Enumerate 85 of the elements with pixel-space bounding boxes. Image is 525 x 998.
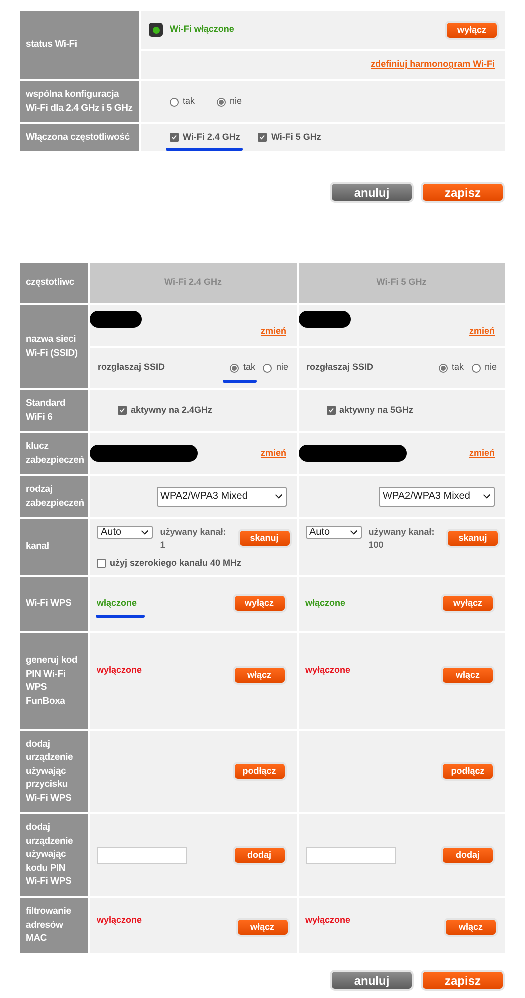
status-text: Wi-Fi włączone (170, 23, 234, 36)
radio-label: nie (484, 361, 497, 374)
checkbox[interactable] (326, 406, 336, 415)
row-label: dodaj urządzenie używając przycisku Wi-Fi WPS (20, 731, 88, 812)
annotation-underline (96, 615, 145, 618)
dropdown-field[interactable]: Auto (306, 526, 362, 539)
action-button[interactable]: wyłącz (443, 596, 493, 611)
checkbox-label: aktywny na 2.4GHz (131, 404, 213, 417)
checkbox[interactable] (118, 406, 127, 415)
cancel-button[interactable]: anuluj (332, 184, 412, 201)
change-link[interactable]: zmień (469, 446, 495, 460)
action-button[interactable]: wyłącz (234, 596, 284, 611)
radio-button[interactable] (170, 98, 179, 106)
pin-input[interactable] (97, 846, 187, 864)
broadcast-label: rozgłaszaj SSID (306, 361, 374, 374)
redaction-mark (90, 311, 142, 328)
save-button[interactable]: zapisz (423, 184, 503, 201)
radio-button[interactable] (263, 364, 272, 372)
status-text: wyłączone (306, 914, 351, 927)
radio-button[interactable] (472, 364, 481, 372)
change-link[interactable]: zmień (260, 325, 286, 338)
row-label: Wi-Fi WPS (20, 577, 88, 631)
broadcast-label: rozgłaszaj SSID (98, 361, 166, 374)
chevron-down-icon (483, 494, 491, 499)
radio-button[interactable] (230, 364, 240, 372)
annotation-underline (223, 380, 257, 383)
schedule-link[interactable]: zdefiniuj harmonogram Wi-Fi (371, 58, 495, 72)
row-label: wspólna konfiguracja Wi-Fi dla 2.4 GHz i 5 GHz (20, 81, 139, 122)
redaction-mark (298, 311, 350, 328)
status-text: wyłączone (97, 664, 142, 677)
status-text: wyłączone (97, 914, 142, 927)
row-label: częstotliwc (20, 263, 88, 303)
action-button[interactable]: skanuj (240, 531, 290, 546)
row-label: generuj kod PIN Wi-Fi WPS FunBoxa (20, 633, 88, 729)
cancel-button[interactable]: anuluj (332, 972, 412, 989)
action-button[interactable]: włącz (443, 668, 493, 683)
row-label: Włączona częstotliwość (20, 124, 139, 151)
dropdown-field[interactable]: WPA2/WPA3 Mixed (156, 486, 286, 506)
row-label: dodaj urządzenie używając kodu PIN Wi-Fi WPS (20, 814, 88, 896)
status-text: włączone (97, 597, 138, 610)
action-button[interactable]: dodaj (234, 848, 284, 862)
row-label: nazwa sieci Wi-Fi (SSID) (20, 305, 88, 388)
action-button[interactable]: podłącz (234, 764, 284, 779)
radio-button[interactable] (217, 98, 226, 106)
column-header: Wi-Fi 5 GHz (298, 263, 505, 303)
checkbox-label: aktywny na 5GHz (340, 404, 414, 417)
row-label: filtrowanie adresów MAC (20, 898, 88, 953)
column-header: Wi-Fi 2.4 GHz (90, 263, 296, 303)
pin-input[interactable] (306, 846, 396, 864)
action-button[interactable]: wyłącz (447, 22, 497, 38)
checkbox[interactable] (258, 133, 268, 142)
radio-label: nie (230, 95, 242, 108)
radio-label: tak (452, 361, 464, 374)
status-text: wyłączone (306, 664, 351, 677)
row-label: kanał (20, 519, 88, 575)
status-text: włączone (306, 597, 346, 610)
radio-label: nie (276, 361, 288, 374)
action-button[interactable]: dodaj (443, 848, 493, 862)
action-button[interactable]: skanuj (448, 531, 498, 546)
dropdown-field[interactable]: WPA2/WPA3 Mixed (379, 486, 495, 506)
channel-info: używany kanał: 100 (368, 526, 436, 552)
row-label: status Wi-Fi (20, 11, 139, 79)
checkbox-label: użyj szerokiego kanału 40 MHz (110, 557, 242, 570)
action-button[interactable]: włącz (234, 668, 284, 683)
row-label: rodzaj zabezpieczeń (20, 476, 88, 517)
checkbox-label: Wi-Fi 5 GHz (271, 130, 322, 144)
action-button[interactable]: włącz (238, 920, 288, 935)
checkbox[interactable] (97, 559, 106, 568)
dropdown-field[interactable]: Auto (97, 526, 153, 539)
checkbox[interactable] (170, 133, 179, 142)
save-button[interactable]: zapisz (423, 972, 503, 989)
change-link[interactable]: zmień (260, 446, 286, 460)
checkbox-label: Wi-Fi 2.4 GHz (183, 130, 240, 144)
radio-label: tak (183, 95, 196, 108)
change-link[interactable]: zmień (469, 325, 495, 338)
action-button[interactable]: podłącz (443, 764, 493, 779)
radio-button[interactable] (438, 364, 448, 372)
chevron-down-icon (274, 494, 282, 499)
chevron-down-icon (141, 530, 149, 535)
action-button[interactable]: włącz (446, 920, 496, 935)
chevron-down-icon (350, 530, 358, 535)
radio-label: tak (243, 361, 256, 374)
row-label: Standard WiFi 6 (20, 390, 88, 431)
row-label: klucz zabezpieczeń (20, 433, 88, 474)
channel-info: używany kanał: 1 (160, 526, 228, 552)
